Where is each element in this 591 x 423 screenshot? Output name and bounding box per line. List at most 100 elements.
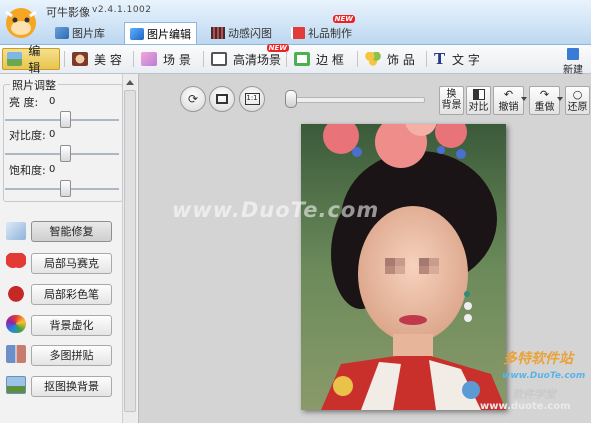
- tool-scene[interactable]: 场 景: [137, 48, 195, 70]
- tool-edit-label: 编 辑: [28, 44, 41, 75]
- tab-gallery[interactable]: 图片库: [50, 22, 110, 43]
- saturation-label: 饱和度:: [9, 164, 46, 177]
- apple-icon: [6, 284, 26, 302]
- rotate-button[interactable]: ⟳: [180, 86, 206, 112]
- redo-dropdown-icon[interactable]: [557, 97, 563, 101]
- toolbar-divider: [133, 51, 134, 67]
- tool-scene-label: 场 景: [163, 52, 191, 67]
- new-button[interactable]: 新建: [558, 47, 588, 76]
- tab-flash-gif-label: 动感闪图: [228, 26, 272, 40]
- title-bar: 可牛影像 v2.4.1.1002 图片库 图片编辑 动感闪图 礼品制作 NEW: [0, 0, 591, 45]
- smart-repair-button[interactable]: 智能修复: [31, 221, 112, 242]
- collage-icon: [6, 345, 26, 363]
- local-mosaic-button[interactable]: 局部马赛克: [31, 253, 112, 274]
- contrast-value: 0: [49, 129, 56, 140]
- gallery-icon: [55, 26, 69, 39]
- tool-edit[interactable]: 编 辑: [2, 44, 60, 75]
- text-t-icon: T: [434, 50, 446, 68]
- corner-watermark: www.duote.com: [480, 401, 571, 412]
- scrollbar-thumb[interactable]: [124, 90, 136, 412]
- toolbar-divider: [426, 51, 427, 67]
- cutout-icon: [6, 376, 26, 394]
- tab-gallery-label: 图片库: [72, 26, 105, 40]
- tab-gift-making[interactable]: 礼品制作 NEW: [286, 15, 357, 43]
- tool-hd-scene-label: 高清场景: [233, 52, 282, 67]
- fit-screen-button[interactable]: [209, 86, 235, 112]
- frame-icon: [294, 52, 310, 66]
- contrast-slider-knob[interactable]: [60, 145, 71, 162]
- edited-photo: [301, 124, 506, 410]
- saturation-slider-knob[interactable]: [60, 180, 71, 197]
- toolbar-divider: [203, 51, 204, 67]
- gift-icon: [291, 26, 305, 39]
- redo-label: 重做: [534, 102, 555, 113]
- panel-scrollbar[interactable]: [122, 74, 137, 423]
- clover-icon: [365, 52, 381, 66]
- edit-photo-icon: [130, 27, 144, 40]
- tool-frame-label: 边 框: [316, 52, 344, 67]
- new-file-icon: [567, 48, 579, 60]
- actual-size-button[interactable]: 1:1: [239, 86, 265, 112]
- multi-collage-button[interactable]: 多图拼贴: [31, 345, 112, 366]
- contrast-label: 对比度:: [9, 129, 46, 142]
- site-watermark-cn: 多特软件站: [503, 351, 573, 367]
- app-title: 可牛影像: [46, 6, 90, 19]
- new-badge: NEW: [332, 15, 355, 23]
- edit-landscape-icon: [7, 52, 23, 66]
- undo-label: 撤销: [498, 102, 519, 113]
- tab-flash-gif[interactable]: 动感闪图: [206, 22, 277, 43]
- compare-label: 对比: [468, 102, 489, 113]
- site-watermark-url: www.DuoTe.com: [502, 371, 586, 381]
- film-icon: [211, 26, 225, 39]
- background-blur-button[interactable]: 背景虚化: [31, 315, 112, 336]
- color-dots-icon: [6, 315, 26, 333]
- rotate-icon: ⟳: [187, 92, 199, 106]
- app-version: v2.4.1.1002: [92, 5, 152, 15]
- tool-beauty[interactable]: 美 容: [68, 48, 126, 70]
- undo-dropdown-icon[interactable]: [521, 97, 527, 101]
- compare-icon: [467, 89, 490, 102]
- brightness-value: 0: [49, 96, 56, 107]
- cow-logo-icon: [5, 8, 37, 38]
- tool-accessory[interactable]: 饰 品: [361, 48, 419, 70]
- face-icon: [72, 52, 88, 66]
- restore-icon: ○: [572, 88, 583, 101]
- brightness-label: 亮 度:: [9, 96, 39, 109]
- tool-accessory-label: 饰 品: [387, 52, 415, 67]
- cutout-change-bg-button[interactable]: 抠图换背景: [31, 376, 112, 397]
- toolbar-divider: [64, 51, 65, 67]
- fit-screen-icon: [216, 94, 228, 104]
- restore-label: 还原: [567, 102, 588, 113]
- tab-gift-making-label: 礼品制作: [308, 26, 352, 40]
- brightness-slider-knob[interactable]: [60, 111, 71, 128]
- tool-text-label: 文 字: [452, 52, 480, 67]
- magic-wand-icon: [6, 222, 26, 240]
- center-watermark: www.DuoTe.com: [172, 198, 380, 222]
- tool-text[interactable]: T 文 字: [430, 48, 484, 70]
- tab-photo-edit-label: 图片编辑: [147, 27, 191, 41]
- swap-background-button[interactable]: 换 背景: [439, 86, 464, 115]
- tool-hd-scene[interactable]: 高清场景 NEW: [207, 44, 290, 70]
- photo-adjust-title: 照片调整: [10, 77, 58, 93]
- actual-size-icon: 1:1: [244, 93, 260, 105]
- redo-icon: ↷: [539, 88, 550, 101]
- restore-button[interactable]: ○ 还原: [565, 86, 590, 115]
- redo-button[interactable]: ↷ 重做: [529, 86, 560, 115]
- local-color-pen-button[interactable]: 局部彩色笔: [31, 284, 112, 305]
- zoom-slider-knob[interactable]: [285, 90, 297, 108]
- tool-frame[interactable]: 边 框: [290, 48, 348, 70]
- undo-icon: ↶: [503, 88, 514, 101]
- corner-watermark-cn: 软件学堂: [512, 388, 556, 401]
- compare-button[interactable]: 对比: [466, 86, 491, 115]
- swap-bg-label: 换 背景: [441, 89, 462, 111]
- zoom-slider[interactable]: [291, 97, 425, 103]
- undo-button[interactable]: ↶ 撤销: [493, 86, 524, 115]
- toolbar-divider: [357, 51, 358, 67]
- scene-icon: [141, 52, 157, 66]
- tab-photo-edit[interactable]: 图片编辑: [124, 22, 197, 44]
- saturation-value: 0: [49, 164, 56, 175]
- heart-mosaic-icon: [6, 253, 26, 271]
- tool-beauty-label: 美 容: [94, 52, 122, 67]
- scroll-up-icon[interactable]: [126, 80, 134, 85]
- hd-scene-icon: [211, 52, 227, 66]
